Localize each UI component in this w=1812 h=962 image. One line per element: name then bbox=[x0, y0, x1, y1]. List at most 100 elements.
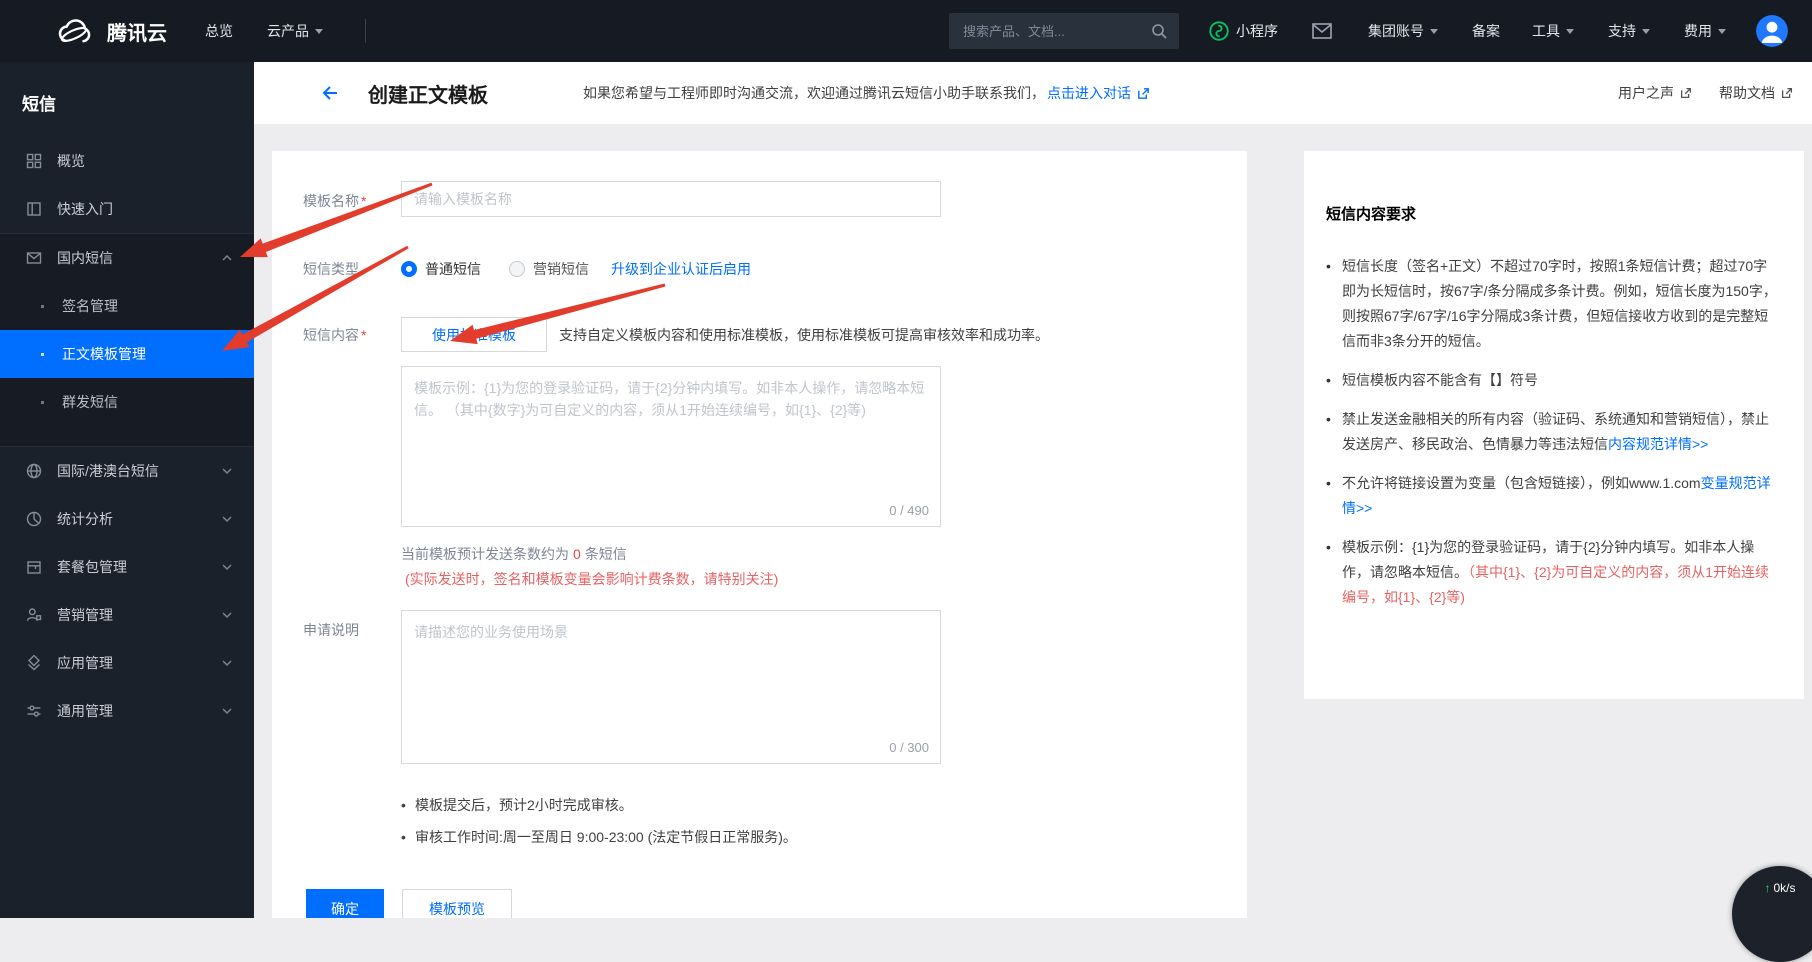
template-form-card: 模板名称* 短信类型 普通短信 营销短信 升级到企业认证后启用 短信内容* 使用… bbox=[272, 151, 1247, 918]
sidebar-item-3[interactable]: 国内短信 bbox=[0, 234, 254, 282]
page-subtitle: 如果您希望与工程师即时沟通交流，欢迎通过腾讯云短信小助手联系我们， 点击进入对话 bbox=[583, 83, 1151, 103]
globe-icon bbox=[26, 463, 43, 480]
miniprogram-link[interactable]: 小程序 bbox=[1209, 21, 1278, 41]
content-area: 模板名称* 短信类型 普通短信 营销短信 升级到企业认证后启用 短信内容* 使用… bbox=[254, 124, 1812, 918]
mail-icon bbox=[26, 250, 43, 267]
review-notes: 模板提交后，预计2小时完成审核。审核工作时间:周一至周日 9:00-23:00 … bbox=[401, 789, 1247, 853]
tencent-cloud-logo[interactable]: 腾讯云 bbox=[54, 16, 167, 47]
review-note-item: 审核工作时间:周一至周日 9:00-23:00 (法定节假日正常服务)。 bbox=[401, 821, 1247, 853]
sidebar-item-2[interactable]: 快速入门 bbox=[0, 185, 254, 233]
user-icon bbox=[1756, 15, 1788, 47]
brand-name: 腾讯云 bbox=[107, 22, 167, 45]
requirement-text: 短信模板内容不能含有【】符号 bbox=[1342, 372, 1538, 388]
apply-note-textarea-box: 0 / 300 bbox=[401, 610, 941, 764]
sidebar-nav: 概览 快速入门 国内短信 签名管理 正文模板管理 群发短信国际/港澳台短信 统计分析 套餐包管… bbox=[0, 137, 254, 735]
external-link-icon bbox=[1680, 87, 1692, 99]
apps-diamond-icon bbox=[26, 654, 43, 672]
page-header: 创建正文模板 如果您希望与工程师即时沟通交流，欢迎通过腾讯云短信小助手联系我们，… bbox=[254, 62, 1812, 124]
speed-value: 0k/s bbox=[1773, 881, 1796, 895]
form-actions: 确定 模板预览 bbox=[306, 889, 1247, 918]
avatar[interactable] bbox=[1756, 15, 1788, 47]
field-label-template-name: 模板名称 * bbox=[303, 193, 367, 209]
sidebar-item-1[interactable]: 概览 bbox=[0, 137, 254, 185]
header-links: 用户之声 帮助文档 bbox=[1618, 83, 1794, 103]
use-standard-template-button[interactable]: 使用标准模板 bbox=[401, 317, 547, 352]
nav-beian[interactable]: 备案 bbox=[1472, 21, 1500, 41]
sidebar-title: 短信 bbox=[22, 95, 56, 114]
chevron-down-icon bbox=[222, 564, 232, 570]
sidebar-item-12[interactable]: 通用管理 bbox=[0, 687, 254, 735]
radio-disabled-icon bbox=[509, 261, 525, 277]
sidebar-item-6[interactable]: 群发短信 bbox=[0, 378, 254, 426]
sidebar-item-10[interactable]: 营销管理 bbox=[0, 591, 254, 639]
network-speed-widget[interactable]: ↑ 0k/s bbox=[1732, 866, 1812, 962]
sub-item-marker bbox=[41, 353, 44, 356]
apply-note-textarea[interactable] bbox=[401, 610, 941, 764]
nav-products[interactable]: 云产品 bbox=[267, 21, 323, 41]
char-counter: 0 / 490 bbox=[889, 503, 929, 518]
requirement-item: 模板示例：{1}为您的登录验证码，请于{2}分钟内填写。如非本人操作，请忽略本短… bbox=[1326, 535, 1780, 610]
required-mark: * bbox=[361, 326, 367, 343]
upgrade-enterprise-link[interactable]: 升级到企业认证后启用 bbox=[611, 259, 751, 279]
content-requirements-panel: 短信内容要求 短信长度（签名+正文）不超过70字时，按照1条短信计费；超过70字… bbox=[1304, 151, 1804, 699]
requirement-item: 短信模板内容不能含有【】符号 bbox=[1326, 368, 1780, 393]
sms-content-textarea[interactable] bbox=[401, 366, 941, 527]
sidebar-item-9[interactable]: 套餐包管理 bbox=[0, 543, 254, 591]
search-input[interactable] bbox=[961, 22, 1151, 40]
estimate-count: 0 bbox=[573, 546, 581, 562]
cloud-logo-icon bbox=[58, 18, 91, 42]
nav-billing[interactable]: 费用 bbox=[1684, 21, 1726, 41]
chevron-up-icon bbox=[222, 255, 232, 261]
chat-link[interactable]: 点击进入对话 bbox=[1047, 83, 1131, 103]
quickstart-icon bbox=[26, 201, 43, 218]
requirement-item: 不允许将链接设置为变量（包含短链接），例如www.1.com变量规范详情>> bbox=[1326, 471, 1780, 521]
requirement-text: 短信长度（签名+正文）不超过70字时，按照1条短信计费；超过70字即为长短信时，… bbox=[1342, 258, 1777, 349]
miniprogram-icon bbox=[1209, 21, 1229, 41]
estimate-line: 当前模板预计发送条数约为 0 条短信 bbox=[401, 546, 627, 562]
sidebar-item-5[interactable]: 正文模板管理 bbox=[0, 330, 254, 378]
field-label-apply-note: 申请说明 bbox=[303, 622, 359, 638]
sidebar-item-4[interactable]: 签名管理 bbox=[0, 282, 254, 330]
requirements-list: 短信长度（签名+正文）不超过70字时，按照1条短信计费；超过70字即为长短信时，… bbox=[1326, 254, 1780, 610]
field-label-sms-type: 短信类型 bbox=[303, 261, 359, 277]
back-icon[interactable] bbox=[320, 83, 340, 103]
voice-of-users-link[interactable]: 用户之声 bbox=[1618, 83, 1693, 103]
requirement-detail-link[interactable]: 内容规范详情>> bbox=[1608, 436, 1708, 452]
help-docs-link[interactable]: 帮助文档 bbox=[1719, 83, 1794, 103]
sidebar-item-8[interactable]: 统计分析 bbox=[0, 495, 254, 543]
nav-tools[interactable]: 工具 bbox=[1532, 21, 1574, 41]
requirement-item: 禁止发送金融相关的所有内容（验证码、系统通知和营销短信），禁止发送房产、移民政治… bbox=[1326, 407, 1780, 457]
divider bbox=[365, 19, 366, 43]
char-counter: 0 / 300 bbox=[889, 740, 929, 755]
message-center-icon[interactable] bbox=[1312, 23, 1332, 39]
radio-marketing-sms[interactable]: 营销短信 bbox=[509, 259, 589, 279]
chevron-down-icon bbox=[1430, 28, 1438, 34]
stats-pie-icon bbox=[26, 511, 43, 528]
required-mark: * bbox=[361, 193, 367, 209]
radio-normal-sms[interactable]: 普通短信 bbox=[401, 259, 481, 279]
nav-support[interactable]: 支持 bbox=[1608, 21, 1650, 41]
chevron-down-icon bbox=[222, 516, 232, 522]
template-preview-button[interactable]: 模板预览 bbox=[402, 889, 512, 918]
chevron-down-icon bbox=[222, 612, 232, 618]
sidebar-item-11[interactable]: 应用管理 bbox=[0, 639, 254, 687]
topbar: 腾讯云 总览 云产品 小程序 集团账号 备案 工具 支持 费用 bbox=[0, 0, 1812, 62]
requirements-title: 短信内容要求 bbox=[1326, 206, 1417, 223]
external-link-icon[interactable] bbox=[1136, 86, 1151, 101]
external-link-icon bbox=[1781, 87, 1793, 99]
search-icon[interactable] bbox=[1151, 23, 1167, 39]
review-note-item: 模板提交后，预计2小时完成审核。 bbox=[401, 789, 1247, 821]
billing-warning: (实际发送时，签名和模板变量会影响计费条数，请特别关注) bbox=[405, 571, 779, 587]
search-box[interactable] bbox=[949, 13, 1179, 49]
sms-content-hint: 支持自定义模板内容和使用标准模板，使用标准模板可提高审核效率和成功率。 bbox=[559, 326, 1049, 343]
upload-arrow-icon: ↑ bbox=[1764, 881, 1771, 895]
nav-overview[interactable]: 总览 bbox=[205, 21, 233, 41]
sidebar-item-7[interactable]: 国际/港澳台短信 bbox=[0, 447, 254, 495]
package-icon bbox=[26, 559, 43, 576]
template-name-input[interactable] bbox=[401, 181, 941, 217]
sub-item-marker bbox=[41, 401, 44, 404]
confirm-button[interactable]: 确定 bbox=[306, 889, 384, 918]
nav-group-account[interactable]: 集团账号 bbox=[1368, 21, 1438, 41]
sms-content-textarea-box: 0 / 490 bbox=[401, 366, 941, 527]
overview-grid-icon bbox=[26, 153, 43, 170]
